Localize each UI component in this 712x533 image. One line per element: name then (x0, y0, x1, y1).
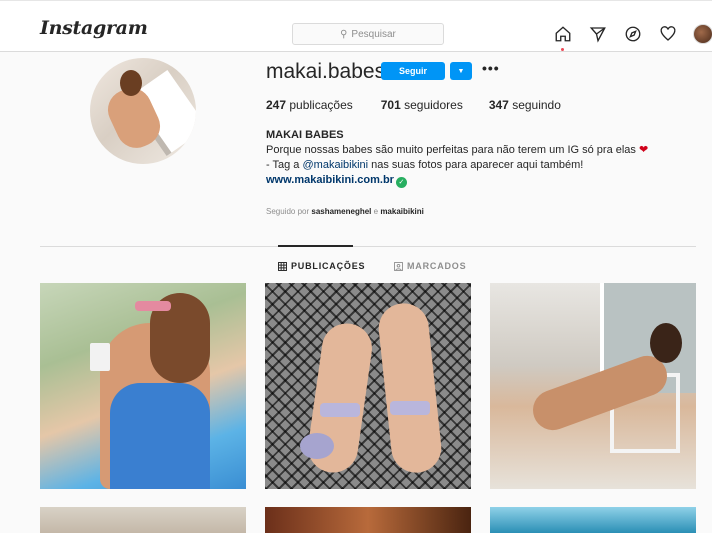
profile-username: makai.babes (266, 60, 386, 83)
post-1-cup (90, 343, 110, 371)
direct-icon[interactable] (587, 23, 609, 45)
tab-tagged[interactable]: MARCADOS (394, 261, 466, 271)
heart-emoji-icon: ❤ (639, 144, 649, 156)
post-thumbnail[interactable] (40, 507, 246, 533)
activity-heart-icon[interactable] (657, 23, 679, 45)
following-link[interactable]: 347 seguindo (489, 98, 561, 112)
bio-line-2: - Tag a @makaibikini nas suas fotos para… (266, 159, 584, 171)
nav-icons (552, 23, 712, 51)
profile-photo-hair (120, 70, 142, 96)
post-1-sunglasses (135, 301, 171, 311)
follower-link-1[interactable]: sashameneghel (311, 207, 371, 216)
instagram-logo[interactable]: Instagram (40, 17, 148, 39)
follower-link-2[interactable]: makaibikini (380, 207, 424, 216)
post-thumbnail[interactable] (490, 507, 696, 533)
check-icon: ✓ (395, 177, 407, 188)
post-thumbnail[interactable] (265, 283, 471, 489)
bio-full-name: MAKAI BABES (266, 129, 344, 141)
post-2-bikini-right (390, 401, 430, 415)
top-navigation-bar: Instagram ⚲ Pesquisar (0, 0, 712, 52)
profile-bio: MAKAI BABES Porque nossas babes são muit… (266, 128, 648, 188)
tagged-icon (394, 261, 403, 271)
post-1-dress (110, 383, 210, 489)
bio-mention-link[interactable]: @makaibikini (303, 159, 369, 171)
search-input[interactable]: ⚲ Pesquisar (292, 23, 444, 45)
profile-avatar[interactable] (692, 23, 712, 45)
post-2-figure-right (376, 300, 444, 476)
website-link[interactable]: www.makaibikini.com.br (266, 174, 394, 186)
chevron-down-icon: ▼ (457, 67, 465, 75)
post-2-hat (300, 433, 334, 459)
followers-link[interactable]: 701 seguidores (381, 98, 463, 112)
tabs-divider (40, 246, 696, 247)
post-2-bikini-left (320, 403, 360, 417)
home-icon[interactable] (552, 23, 574, 51)
post-thumbnail[interactable] (40, 283, 246, 489)
tab-posts[interactable]: PUBLICAÇÕES (278, 261, 365, 271)
post-3-hair (650, 323, 682, 363)
bio-line-1: Porque nossas babes são muito perfeitas … (266, 144, 649, 156)
grid-icon (278, 261, 287, 271)
more-options-button[interactable]: ••• (482, 60, 500, 76)
search-placeholder: Pesquisar (351, 28, 396, 40)
follow-button[interactable]: Seguir (381, 62, 445, 80)
followed-by: Seguido por sashameneghel e makaibikini (266, 207, 424, 216)
notification-dot (561, 48, 564, 51)
bio-website-row: www.makaibikini.com.br ✓ (266, 173, 648, 188)
explore-icon[interactable] (622, 23, 644, 45)
profile-stats: 247 publicações 701 seguidores 347 segui… (266, 98, 561, 112)
profile-picture[interactable] (90, 58, 196, 164)
avatar (693, 24, 712, 44)
post-thumbnail[interactable] (265, 507, 471, 533)
search-icon: ⚲ (340, 28, 348, 40)
post-thumbnail[interactable] (490, 283, 696, 489)
suggestions-dropdown-button[interactable]: ▼ (450, 62, 472, 80)
active-tab-indicator (278, 245, 353, 247)
posts-count: 247 publicações (266, 98, 353, 112)
